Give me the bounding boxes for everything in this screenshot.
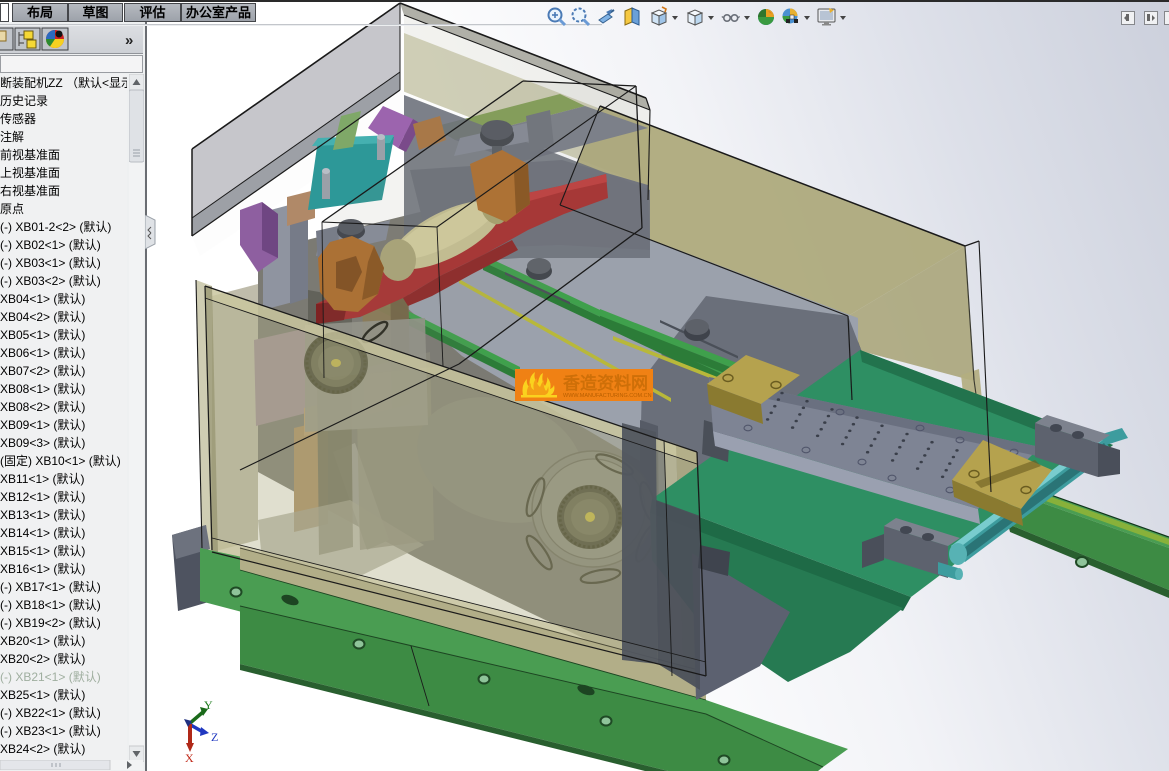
- svg-text:香造资料网: 香造资料网: [563, 373, 648, 393]
- svg-text:Y: Y: [204, 698, 213, 712]
- svg-text:Z: Z: [211, 730, 218, 744]
- svg-text:»: »: [125, 32, 133, 49]
- svg-text:WWW.MANUFACTURING.COM.CN: WWW.MANUFACTURING.COM.CN: [563, 393, 652, 399]
- svg-text:X: X: [185, 751, 194, 765]
